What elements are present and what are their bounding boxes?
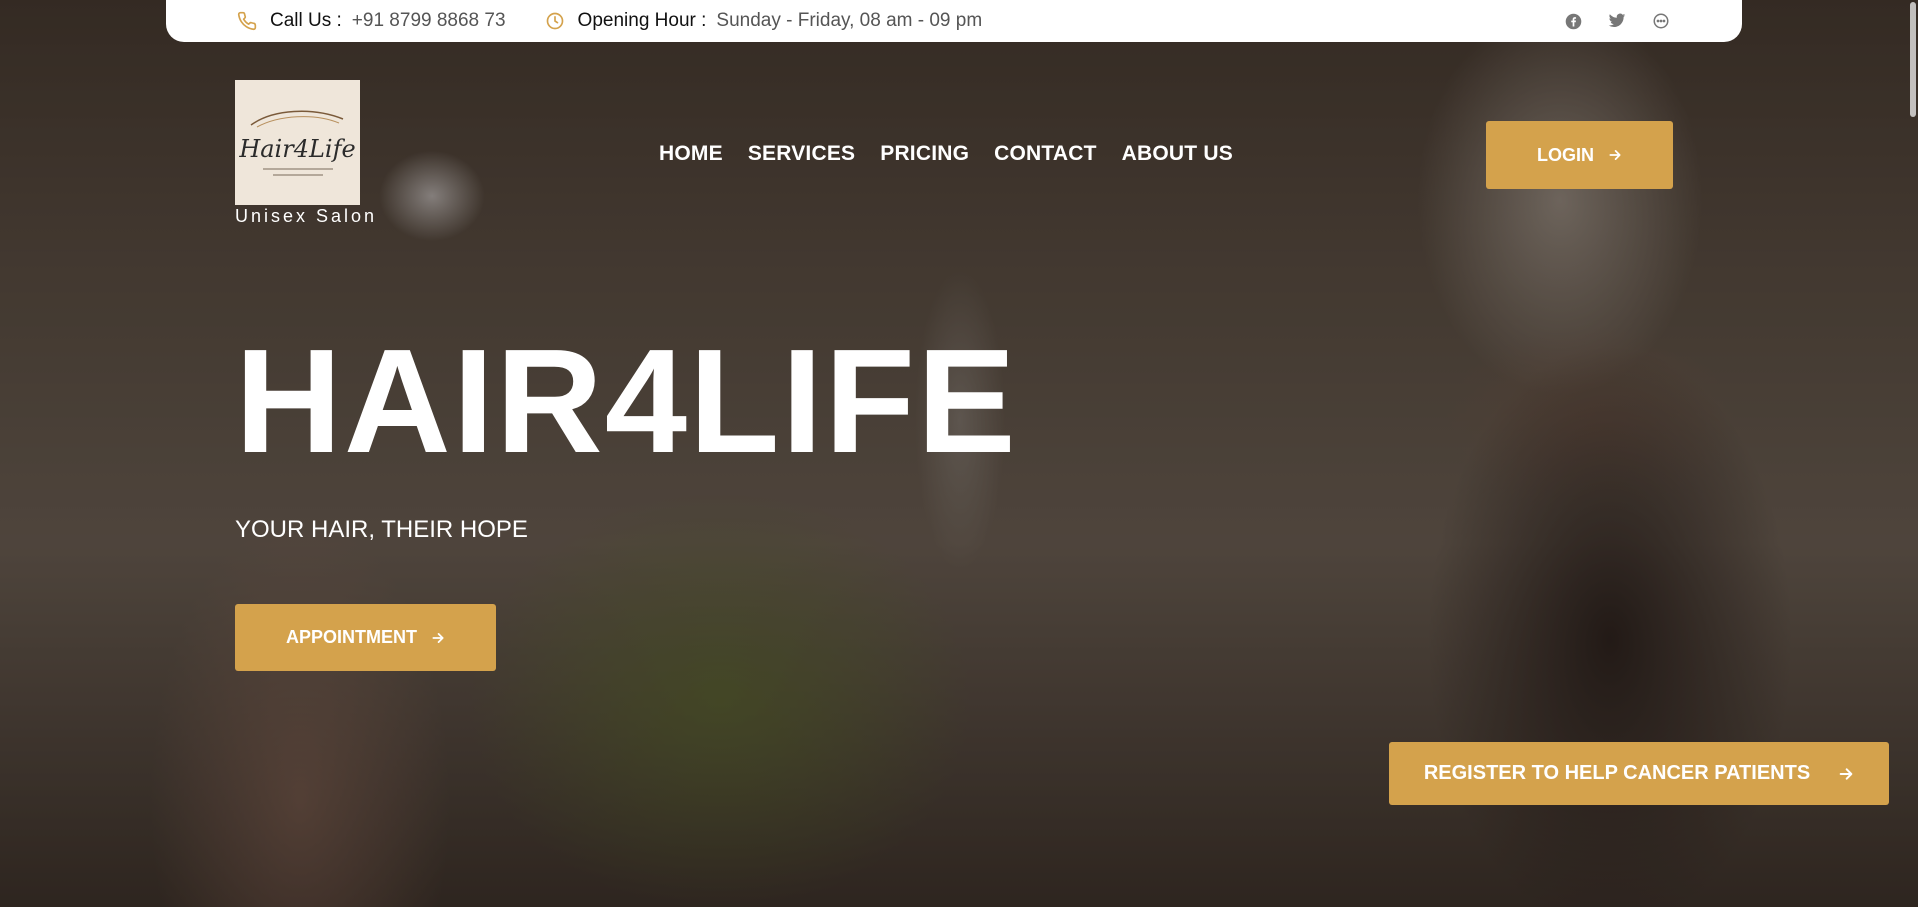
opening-hour-value: Sunday - Friday, 08 am - 09 pm: [716, 10, 983, 31]
appointment-button[interactable]: APPOINTMENT: [235, 604, 496, 671]
call-us-label: Call Us :: [270, 10, 342, 31]
nav-contact[interactable]: CONTACT: [994, 142, 1097, 166]
call-us-info[interactable]: Call Us : +91 8799 8868 73: [236, 10, 506, 32]
logo-caption: Unisex Salon: [235, 206, 378, 226]
page: Call Us : +91 8799 8868 73 Opening Hour …: [0, 0, 1918, 907]
nav-about-us[interactable]: ABOUT US: [1122, 142, 1233, 166]
arrow-right-icon: [1608, 148, 1622, 162]
arrow-right-icon: [1838, 766, 1854, 782]
social-links: [1562, 10, 1672, 32]
phone-number[interactable]: +91 8799 8868 73: [352, 10, 506, 32]
chat-icon[interactable]: [1650, 10, 1672, 32]
scrollbar-thumb[interactable]: [1910, 2, 1916, 117]
logo-swoosh-icon: [250, 110, 343, 127]
main-nav: HOME SERVICES PRICING CONTACT ABOUT US: [659, 142, 1233, 166]
scrollbar[interactable]: [1908, 0, 1918, 907]
appointment-button-label: APPOINTMENT: [285, 627, 417, 647]
nav-pricing[interactable]: PRICING: [880, 142, 969, 166]
register-button-label: REGISTER TO HELP CANCER PATIENTS: [1423, 762, 1811, 784]
brand-logo[interactable]: Hair4Life: [235, 80, 360, 205]
nav-services[interactable]: SERVICES: [748, 142, 855, 166]
register-cancer-support-button[interactable]: REGISTER TO HELP CANCER PATIENTS: [1389, 742, 1889, 805]
opening-hour-label: Opening Hour :: [577, 10, 707, 31]
nav-home[interactable]: HOME: [659, 142, 723, 166]
facebook-icon[interactable]: [1562, 10, 1584, 32]
opening-hours-info: Opening Hour : Sunday - Friday, 08 am - …: [544, 10, 983, 32]
login-button-label: LOGIN: [1537, 144, 1594, 165]
logo-text: Hair4Life: [239, 134, 356, 163]
hero-subtitle: YOUR HAIR, THEIR HOPE: [235, 516, 528, 543]
logo-tagline-mark: [262, 168, 333, 175]
top-info-bar: Call Us : +91 8799 8868 73 Opening Hour …: [166, 0, 1742, 42]
arrow-right-icon: [431, 631, 445, 645]
clock-icon: [544, 10, 566, 32]
hero-title: HAIR4LIFE: [235, 319, 1018, 484]
login-button[interactable]: LOGIN: [1486, 121, 1673, 189]
twitter-icon[interactable]: [1606, 10, 1628, 32]
phone-icon: [236, 10, 258, 32]
